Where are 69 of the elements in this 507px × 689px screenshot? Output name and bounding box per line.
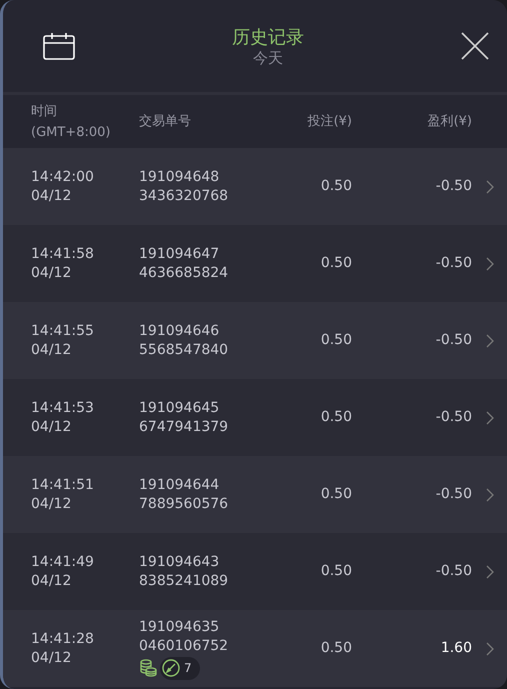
time-text: 14:41:55	[31, 322, 94, 340]
order-number: 4636685824	[139, 264, 228, 282]
column-header: 盈利(¥)	[426, 113, 472, 131]
date-text: 04/12	[31, 186, 72, 206]
order-number: 3436320768	[139, 186, 228, 206]
date-text: 04/12	[31, 264, 72, 282]
window-title: 历史记录	[232, 26, 304, 48]
order-number: 191094635	[139, 618, 220, 636]
date-text: 04/12	[31, 648, 72, 668]
order-number: 191094644	[139, 476, 220, 494]
stake-amount: 0.50	[320, 408, 352, 427]
order-number: 6747941379	[139, 418, 228, 436]
order-number: 7889560576	[139, 494, 228, 514]
chevron-icon	[486, 256, 494, 270]
profit-amount: -0.50	[436, 177, 472, 196]
time-text: 14:41:51	[31, 476, 94, 494]
chevron-icon	[486, 410, 494, 424]
order-number: 191094647	[139, 244, 220, 264]
time-text: 14:42:00	[31, 168, 94, 186]
date-text: 04/12	[31, 494, 72, 514]
close-button[interactable]	[461, 32, 489, 60]
history-row[interactable]: 14:41:58 04/12 191094647 4636685824 0.50 -0.50	[3, 225, 507, 302]
calendar-icon	[43, 32, 75, 60]
column-header: 投注(¥)	[306, 113, 352, 131]
history-row[interactable]: 14:42:00 04/12 191094648 3436320768 0.50 -0.50	[3, 148, 507, 225]
time-text: 14:41:49	[31, 552, 94, 572]
order-number: 191094646	[139, 322, 220, 340]
column-header: 时间	[31, 102, 58, 120]
history-row[interactable]: 14:41:55 04/12 191094646 5568547840 0.50 -0.50	[3, 302, 507, 379]
time-text: 14:41:58	[31, 244, 94, 264]
history-row[interactable]: 14:41:49 04/12 191094643 8385241089 0.50 -0.50	[3, 533, 507, 610]
stake-amount: 0.50	[320, 639, 352, 658]
chevron-icon	[486, 180, 494, 194]
order-number: 5568547840	[139, 340, 228, 360]
profit-amount: -0.50	[436, 485, 472, 504]
date-text: 04/12	[31, 572, 72, 590]
column-subheader: (GMT+8:00)	[31, 124, 112, 142]
order-number: 8385241089	[139, 572, 228, 590]
order-number: 191094643	[139, 552, 220, 572]
history-row[interactable]: 14:41:53 04/12 191094645 6747941379 0.50 -0.50	[3, 379, 507, 456]
profit-amount: -0.50	[436, 408, 472, 427]
coins-icon	[139, 659, 157, 677]
time-text: 14:41:28	[31, 630, 94, 648]
stake-amount: 0.50	[320, 254, 352, 273]
date-text: 04/12	[31, 340, 72, 360]
history-row[interactable]: 14:41:51 04/12 191094644 7889560576 0.50 -0.50	[3, 456, 507, 533]
profit-amount: -0.50	[436, 331, 472, 350]
stake-amount: 0.50	[320, 177, 352, 196]
calendar-button[interactable]	[43, 32, 75, 60]
profit-amount: -0.50	[436, 562, 472, 581]
stake-amount: 0.50	[320, 485, 352, 504]
order-number: 191094648	[139, 168, 220, 186]
close-icon	[461, 32, 489, 60]
chevron-icon	[486, 334, 494, 348]
order-number: 0460106752	[139, 636, 228, 656]
stake-amount: 0.50	[320, 331, 352, 350]
chevron-icon	[486, 488, 494, 502]
chevron-icon	[486, 564, 494, 578]
date-subtitle: 今天	[253, 48, 283, 68]
bonus-count: 7	[184, 660, 192, 676]
history-row[interactable]: 14:41:28 04/12 191094635 0460106752 7 0.50 1.60	[3, 610, 507, 687]
profit-amount: -0.50	[436, 254, 472, 273]
chevron-icon	[486, 642, 494, 656]
order-number: 191094645	[139, 398, 220, 418]
date-text: 04/12	[31, 418, 72, 436]
time-text: 14:41:53	[31, 398, 94, 418]
column-header: 交易单号	[139, 113, 192, 131]
stake-amount: 0.50	[320, 562, 352, 581]
profit-amount: 1.60	[440, 639, 472, 658]
